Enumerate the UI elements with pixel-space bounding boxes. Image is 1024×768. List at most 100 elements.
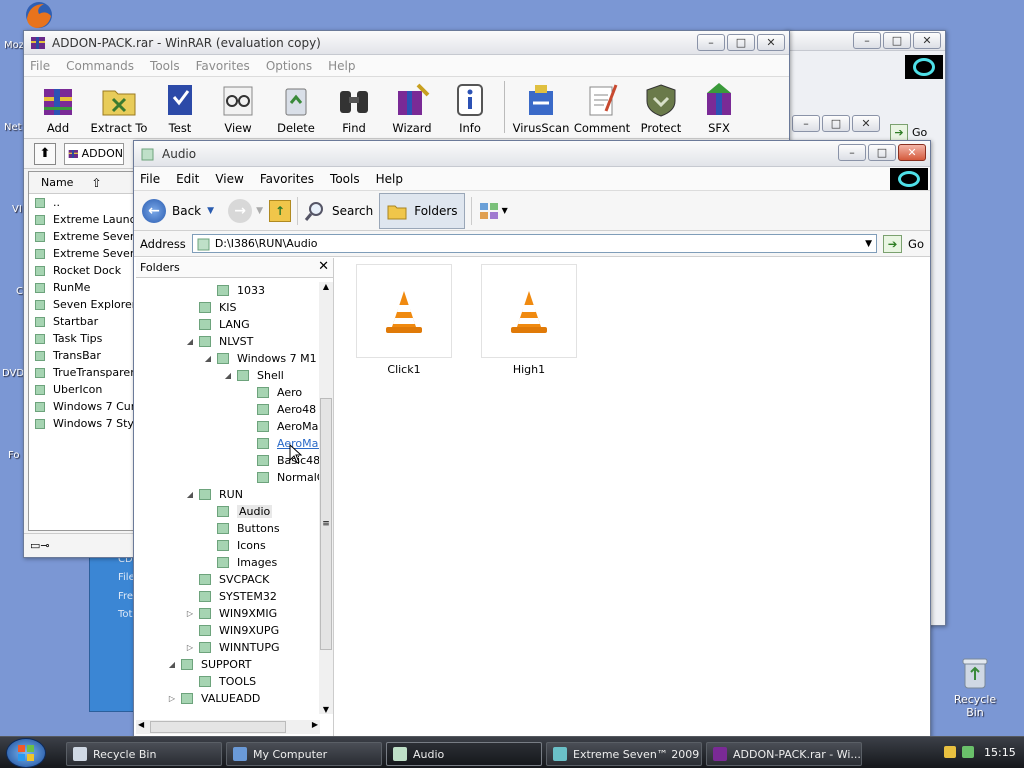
file-row[interactable]: Startbar (29, 313, 135, 330)
wizard-button[interactable]: Wizard (384, 81, 440, 135)
desktop-label[interactable]: DVD (2, 368, 24, 379)
desktop-label[interactable]: VI (12, 204, 22, 215)
expander-icon[interactable]: ▷ (168, 694, 176, 703)
close-button[interactable]: ✕ (898, 144, 926, 161)
tree-item[interactable]: Buttons (204, 520, 280, 537)
tree-item[interactable]: KIS (186, 299, 236, 316)
expander-icon[interactable]: ◢ (186, 337, 194, 346)
menu-favorites[interactable]: Favorites (196, 59, 250, 73)
file-row[interactable]: Extreme Seven C (29, 228, 135, 245)
file-row[interactable]: Task Tips (29, 330, 135, 347)
minimize-button[interactable]: – (838, 144, 866, 161)
tray-antivirus-icon[interactable] (944, 746, 956, 758)
firefox-icon[interactable] (22, 0, 56, 30)
tree-item[interactable]: ◢ Shell (224, 367, 284, 384)
tree-item[interactable]: ◢ RUN (186, 486, 243, 503)
address-input[interactable]: D:\I386\RUN\Audio ▼ (191, 234, 878, 253)
chevron-down-icon[interactable]: ▼ (865, 239, 872, 249)
folders-button[interactable]: Folders (379, 192, 465, 229)
menu-edit[interactable]: Edit (176, 172, 199, 186)
tree-item[interactable]: WIN9XUPG (186, 622, 279, 639)
file-row[interactable]: TrueTransparenc (29, 364, 135, 381)
file-row[interactable]: Extreme Seven D (29, 245, 135, 262)
views-button[interactable]: ▼ (478, 200, 508, 222)
tree-item[interactable]: ◢ SUPPORT (168, 656, 252, 673)
title-bar[interactable]: Audio – □ ✕ (134, 141, 930, 167)
menu-file[interactable]: File (140, 172, 160, 186)
tree-item[interactable]: SYSTEM32 (186, 588, 277, 605)
tree-item[interactable]: 1033 (204, 282, 265, 299)
file-row[interactable]: Windows 7 Style (29, 415, 135, 432)
desktop-label[interactable]: Net (4, 122, 22, 133)
menu-file[interactable]: File (30, 59, 50, 73)
minimize-button[interactable]: – (697, 34, 725, 51)
desktop-label[interactable]: C (16, 286, 23, 297)
back-button[interactable]: ← Back ▼ (142, 198, 214, 223)
menu-commands[interactable]: Commands (66, 59, 134, 73)
view-button[interactable]: View (210, 81, 266, 135)
tree-item[interactable]: ▷ VALUEADD (168, 690, 260, 707)
start-button[interactable] (6, 738, 46, 768)
protect-button[interactable]: Protect (633, 81, 689, 135)
minimize-button[interactable]: – (792, 115, 820, 132)
tree-item[interactable]: ◢ Windows 7 M1 V (204, 350, 322, 367)
taskbar-item-audio[interactable]: Audio (386, 742, 542, 766)
file-row[interactable]: Rocket Dock (29, 262, 135, 279)
scroll-thumb[interactable]: ≡ (320, 398, 332, 650)
close-button[interactable]: ✕ (852, 115, 880, 132)
tree-item[interactable]: ▷ WIN9XMIG (186, 605, 277, 622)
maximize-button[interactable]: □ (822, 115, 850, 132)
maximize-button[interactable]: □ (883, 32, 911, 49)
tree-item[interactable]: Aero (244, 384, 302, 401)
menu-options[interactable]: Options (266, 59, 312, 73)
test-button[interactable]: Test (152, 81, 208, 135)
extract-to-button[interactable]: Extract To (88, 81, 150, 135)
tree-item[interactable]: AeroMa: (244, 418, 322, 435)
file-view[interactable]: Click1 High1 (338, 258, 928, 736)
horizontal-scrollbar[interactable]: ◀ ▶ (136, 720, 320, 734)
menu-view[interactable]: View (215, 172, 243, 186)
comment-button[interactable]: Comment (573, 81, 631, 135)
maximize-button[interactable]: □ (868, 144, 896, 161)
explorer-window[interactable]: Audio – □ ✕ File Edit View Favorites Too… (133, 140, 931, 738)
menu-help[interactable]: Help (328, 59, 355, 73)
title-bar[interactable]: ADDON-PACK.rar - WinRAR (evaluation copy… (24, 31, 789, 55)
expander-icon[interactable]: ◢ (168, 660, 176, 669)
tree-item[interactable]: SVCPACK (186, 571, 269, 588)
menu-help[interactable]: Help (376, 172, 403, 186)
file-row[interactable]: Seven Explorer (29, 296, 135, 313)
maximize-button[interactable]: □ (727, 34, 755, 51)
file-row[interactable]: RunMe (29, 279, 135, 296)
file-row[interactable]: UberIcon (29, 381, 135, 398)
expander-icon[interactable]: ▷ (186, 609, 194, 618)
title-bar[interactable]: – □ ✕ (785, 31, 945, 51)
info-button[interactable]: Info (442, 81, 498, 135)
forward-button[interactable]: → ▼ (228, 198, 263, 223)
file-row[interactable]: Extreme Launche (29, 211, 135, 228)
tree-item[interactable]: ▷ WINNTUPG (186, 639, 280, 656)
tree-item[interactable]: ◢ NLVST (186, 333, 253, 350)
expander-icon[interactable]: ◢ (204, 354, 212, 363)
taskbar-item-my-computer[interactable]: My Computer (226, 742, 382, 766)
archive-file-list[interactable]: Name ⇧ .. Extreme Launche Extreme Seven C E… (28, 171, 136, 531)
expander-icon[interactable]: ◢ (186, 490, 194, 499)
tree-item[interactable]: Icons (204, 537, 266, 554)
add-button[interactable]: Add (30, 81, 86, 135)
file-item-high1[interactable]: High1 (481, 264, 577, 376)
taskbar-item-extreme-seven[interactable]: Extreme Seven™ 2009 (546, 742, 702, 766)
delete-button[interactable]: Delete (268, 81, 324, 135)
close-button[interactable]: ✕ (913, 32, 941, 49)
tree-item[interactable]: Images (204, 554, 277, 571)
taskbar-item-winrar[interactable]: ADDON-PACK.rar - Wi... (706, 742, 862, 766)
expander-icon[interactable]: ◢ (224, 371, 232, 380)
tree-item[interactable]: LANG (186, 316, 250, 333)
scroll-thumb[interactable] (150, 721, 286, 733)
go-button[interactable]: ➔ Go (883, 234, 924, 253)
archive-path-box[interactable]: ADDON (64, 142, 124, 165)
find-button[interactable]: Find (326, 81, 382, 135)
up-folder-icon[interactable]: ↑ (268, 199, 291, 222)
desktop-label[interactable]: Moz (4, 40, 24, 51)
menu-tools[interactable]: Tools (330, 172, 360, 186)
back-go-button[interactable]: ➔ Go (890, 124, 927, 141)
taskbar-item-recycle-bin[interactable]: Recycle Bin (66, 742, 222, 766)
